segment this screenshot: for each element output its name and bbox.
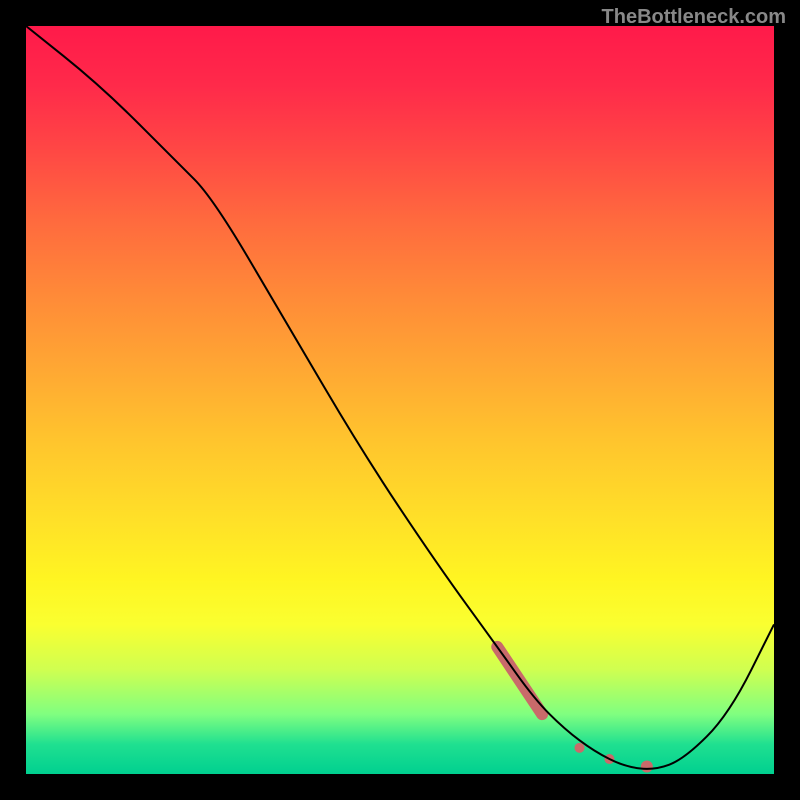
dot-3 <box>641 761 653 773</box>
dot-1 <box>575 743 585 753</box>
bottleneck-curve-path <box>26 26 774 769</box>
watermark-text: TheBottleneck.com <box>602 6 786 29</box>
marker-layer <box>497 647 653 773</box>
plot-area <box>26 26 774 774</box>
chart-svg <box>26 26 774 774</box>
